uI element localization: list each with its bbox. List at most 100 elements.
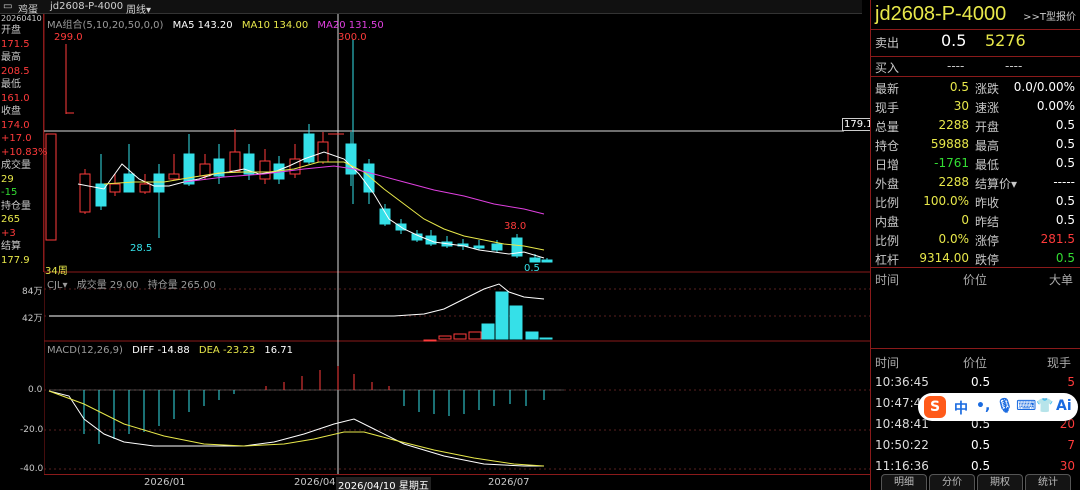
quote-value: 30 xyxy=(953,99,969,113)
keyboard-icon[interactable]: ⌨ xyxy=(1016,398,1036,414)
candle-body xyxy=(153,173,165,193)
quote-value: 2288 xyxy=(938,118,969,132)
tick-time: 10:50:22 xyxy=(875,438,929,452)
quote-value: 281.5 xyxy=(1040,232,1075,246)
sogou-logo-icon[interactable]: S xyxy=(924,396,946,418)
change-value: +17.0 xyxy=(1,133,32,144)
quote-label: 日增 xyxy=(875,158,900,172)
quote-row: 外盘 2288 结算价▾ ----- xyxy=(871,173,1080,192)
quote-label: 最低 xyxy=(975,158,1000,172)
x-label-0: 2026/01 xyxy=(144,477,186,488)
tick-price: 0.5 xyxy=(971,375,991,389)
quote-value: 9314.00 xyxy=(919,251,969,265)
volume-bar xyxy=(453,333,467,340)
chart-area[interactable]: MA组合(5,10,20,50,0,0) MA5 143.20 MA10 134… xyxy=(43,14,875,474)
tick-row: 10:36:45 0.5 5 xyxy=(871,373,1080,392)
tick-qty: 30 xyxy=(1059,459,1075,473)
skin-icon[interactable]: 👕 xyxy=(1036,398,1053,414)
candle-body xyxy=(229,151,241,172)
min-label: 28.5 xyxy=(130,243,153,254)
quote-label: 速涨 xyxy=(975,101,1000,115)
tick-header: 时间 价位 现手 xyxy=(875,356,1072,370)
candle-body xyxy=(183,153,195,185)
weeks-label: 34周 xyxy=(45,266,68,277)
quote-value: 0.5 xyxy=(949,80,969,94)
quote-value: 2288 xyxy=(938,175,969,189)
tick-time: 11:16:36 xyxy=(875,459,929,473)
candle-body xyxy=(425,235,437,245)
candle-body xyxy=(259,160,271,180)
quote-row: 最新 0.5 涨跌 0.0/0.00% xyxy=(871,78,1080,97)
max-label-left: 299.0 xyxy=(54,32,83,43)
quote-title: jd2608-P-4000 xyxy=(875,3,1007,25)
ime-toolbar[interactable]: S 中 •, 🎙 ⌨ 👕 Ai xyxy=(918,393,1078,421)
candle-0 xyxy=(45,133,57,241)
tab-stats[interactable]: 统计 xyxy=(1025,474,1071,490)
quote-label: 涨跌 xyxy=(975,82,1000,96)
macd-header[interactable]: MACD(12,26,9) DIFF -14.88 DEA -23.23 16.… xyxy=(47,345,293,356)
quote-label: 涨停 xyxy=(975,234,1000,248)
kline-svg[interactable] xyxy=(43,14,870,474)
quote-label: 比例 xyxy=(875,234,900,248)
quote-label: 总量 xyxy=(875,120,900,134)
quote-value: 0 xyxy=(961,213,969,227)
quote-value: 0.00% xyxy=(1036,99,1075,113)
ma-header[interactable]: MA组合(5,10,20,50,0,0) MA5 143.20 MA10 134… xyxy=(47,16,384,31)
menu-icon[interactable]: ▭ xyxy=(3,1,12,12)
candle-body xyxy=(79,173,91,213)
tick-qty: 7 xyxy=(1067,438,1075,452)
quote-label: 内盘 xyxy=(875,215,900,229)
candle-body xyxy=(139,183,151,193)
panel-tabs: 明细 分价 期权 统计 xyxy=(881,474,1077,490)
quote-value: 0.5 xyxy=(1055,194,1075,208)
diff-line xyxy=(48,390,544,467)
tab-price-split[interactable]: 分价 xyxy=(929,474,975,490)
x-label-1: 2026/04 xyxy=(294,477,336,488)
volume-bar xyxy=(509,305,523,340)
big-order-header: 时间 价位 大单 xyxy=(875,273,1074,287)
contract-code: jd2608-P-4000 xyxy=(50,1,124,12)
quote-label: 最新 xyxy=(875,82,900,96)
candle-body xyxy=(473,245,485,249)
vol-header[interactable]: CJL▾ 成交量 29.00 持仓量 265.00 xyxy=(47,276,216,291)
quote-value: 59888 xyxy=(930,137,969,151)
quote-row: 现手 30 速涨 0.00% xyxy=(871,97,1080,116)
x-label-2: 2026/07 xyxy=(488,477,530,488)
change-pct: +10.83% xyxy=(1,146,48,158)
quote-value: ----- xyxy=(1053,175,1075,189)
quote-row: 比例 0.0% 涨停 281.5 xyxy=(871,230,1080,249)
x-label-cursor: 2026/04/10 星期五 xyxy=(336,477,431,490)
ai-button[interactable]: Ai xyxy=(1056,398,1072,414)
quote-label: 持仓 xyxy=(875,139,900,153)
lang-toggle[interactable]: 中 xyxy=(954,398,968,418)
t-quote-button[interactable]: >>T型报价 xyxy=(1023,8,1076,23)
quote-value: 0.5 xyxy=(1055,156,1075,170)
tick-price: 0.5 xyxy=(971,438,991,452)
oi-change: +3 xyxy=(1,227,16,239)
volume-bar xyxy=(481,323,495,340)
candle-body xyxy=(168,173,180,180)
quote-value: 0.0/0.00% xyxy=(1013,80,1075,94)
quote-value: 0.5 xyxy=(1055,251,1075,265)
volume-bar xyxy=(495,291,509,340)
quote-label: 外盘 xyxy=(875,177,900,191)
vol-tick-42: 42万 xyxy=(22,314,43,324)
quote-row: 持仓 59888 最高 0.5 xyxy=(871,135,1080,154)
candle-body xyxy=(491,243,503,251)
open-value: 171.5 xyxy=(1,38,30,50)
quote-value: -1761 xyxy=(934,156,969,170)
quote-value: 0.5 xyxy=(1055,137,1075,151)
quote-label: 结算价▾ xyxy=(975,177,1018,191)
punctuation-icon[interactable]: •, xyxy=(976,398,990,414)
bar-date: 20260410 xyxy=(1,14,42,23)
top-bar: ▭ 鸡蛋 jd2608-P-4000 周线▾ xyxy=(0,0,862,16)
volume-bar xyxy=(525,331,539,340)
tab-detail[interactable]: 明细 xyxy=(881,474,927,490)
mic-icon[interactable]: 🎙 xyxy=(996,398,1014,414)
ask-row: 卖出 0.5 5276 xyxy=(875,31,1026,50)
dea-line xyxy=(48,390,545,467)
quote-row: 内盘 0 昨结 0.5 xyxy=(871,211,1080,230)
quote-label: 跌停 xyxy=(975,253,1000,267)
candle-body xyxy=(109,183,121,193)
tab-options[interactable]: 期权 xyxy=(977,474,1023,490)
